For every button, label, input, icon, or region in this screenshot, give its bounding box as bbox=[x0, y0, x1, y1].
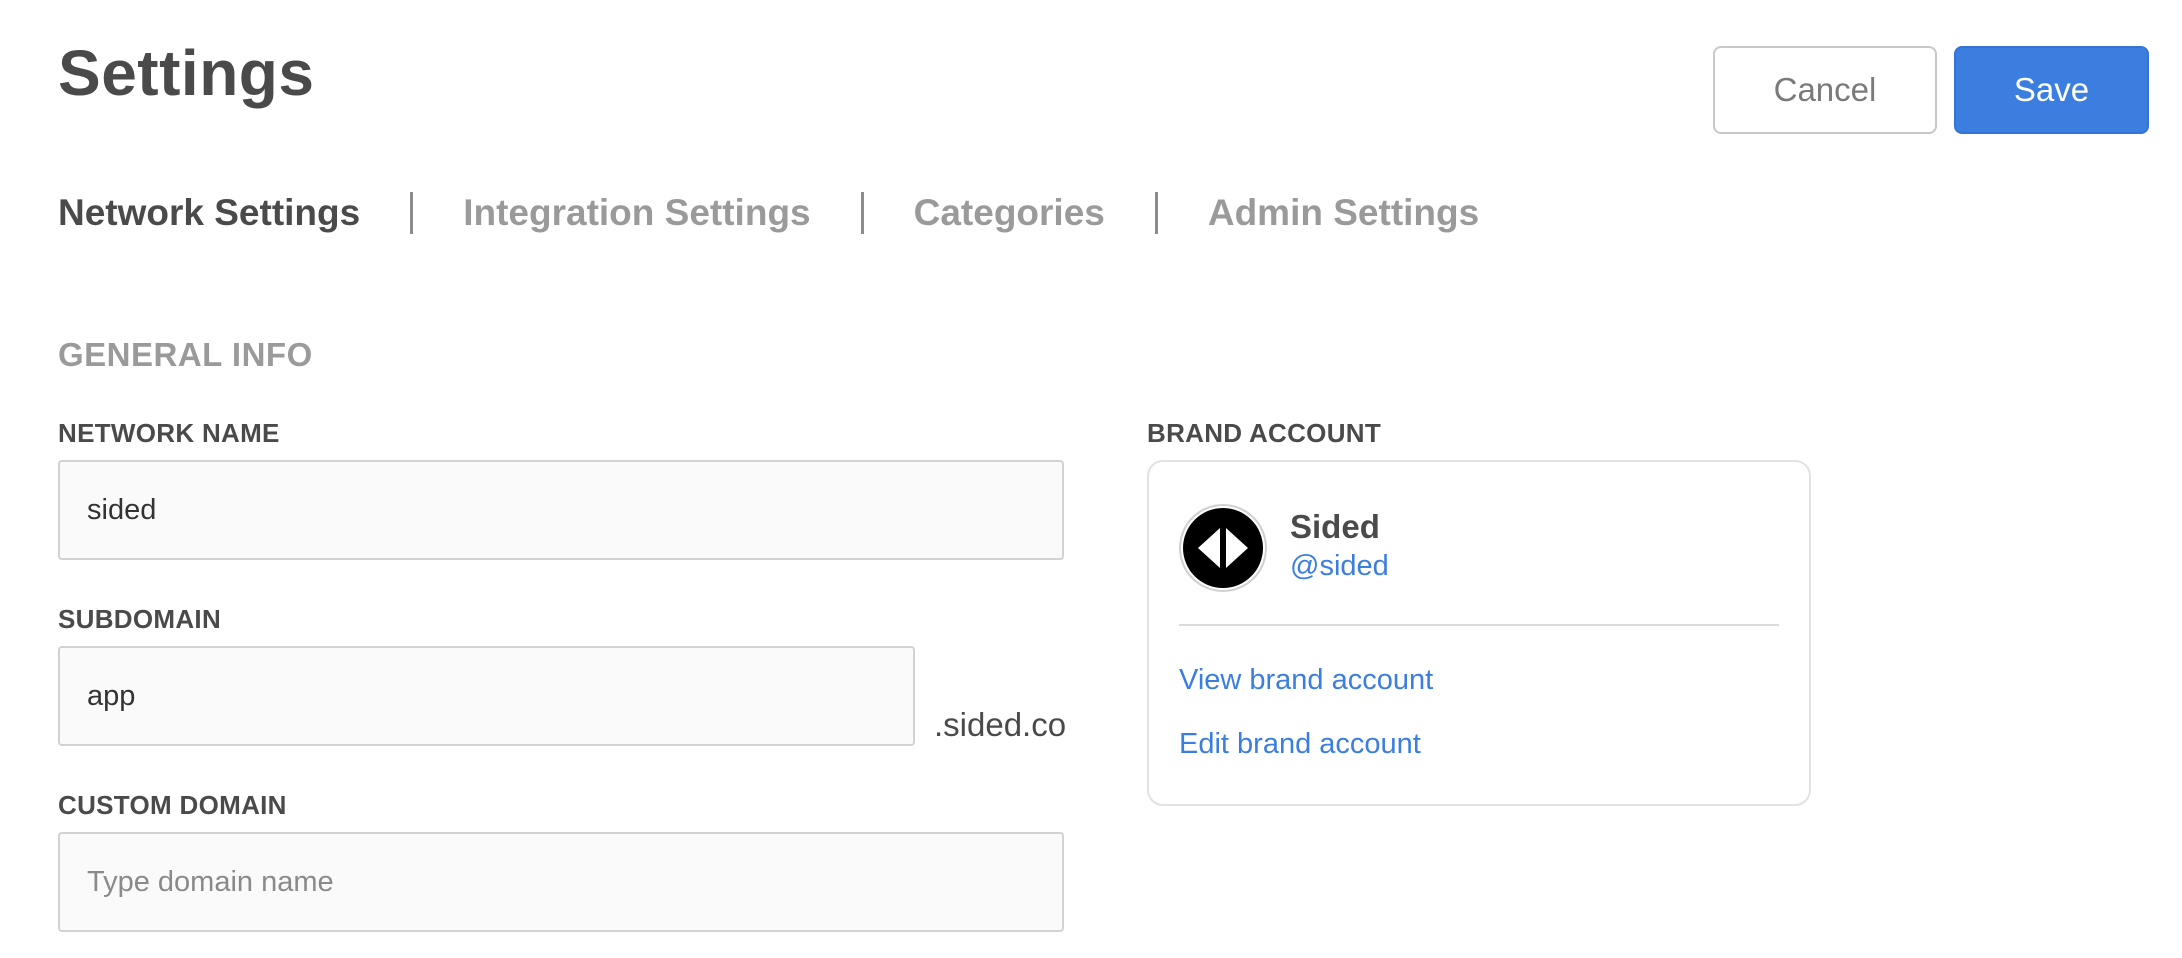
settings-tabs: Network Settings Integration Settings Ca… bbox=[58, 192, 1479, 234]
network-name-input[interactable] bbox=[58, 460, 1064, 560]
card-divider bbox=[1179, 624, 1779, 626]
tab-integration-settings[interactable]: Integration Settings bbox=[463, 192, 810, 234]
subdomain-suffix: .sided.co bbox=[934, 706, 1067, 743]
custom-domain-label: CUSTOM DOMAIN bbox=[58, 790, 287, 820]
save-button[interactable]: Save bbox=[1954, 46, 2149, 134]
tab-categories[interactable]: Categories bbox=[914, 192, 1105, 234]
page-title: Settings bbox=[58, 37, 315, 109]
subdomain-label: SUBDOMAIN bbox=[58, 604, 222, 634]
edit-brand-account-link[interactable]: Edit brand account bbox=[1179, 728, 1421, 761]
brand-account-label: BRAND ACCOUNT bbox=[1147, 418, 1382, 448]
view-brand-account-link[interactable]: View brand account bbox=[1179, 664, 1433, 697]
tab-network-settings[interactable]: Network Settings bbox=[58, 192, 360, 234]
network-name-label: NETWORK NAME bbox=[58, 418, 280, 448]
tab-divider bbox=[410, 192, 414, 234]
tab-admin-settings[interactable]: Admin Settings bbox=[1208, 192, 1479, 234]
tab-divider bbox=[1154, 192, 1158, 234]
brand-account-card: Sided @sided View brand account Edit bra… bbox=[1147, 460, 1811, 806]
section-title-general-info: GENERAL INFO bbox=[58, 336, 313, 373]
cancel-button[interactable]: Cancel bbox=[1713, 46, 1937, 134]
sided-logo-icon bbox=[1183, 508, 1263, 588]
brand-name: Sided bbox=[1290, 508, 1380, 545]
avatar bbox=[1179, 504, 1267, 592]
custom-domain-input[interactable] bbox=[58, 832, 1064, 932]
subdomain-input[interactable] bbox=[58, 646, 915, 746]
brand-handle-link[interactable]: @sided bbox=[1290, 550, 1389, 583]
tab-divider bbox=[860, 192, 864, 234]
